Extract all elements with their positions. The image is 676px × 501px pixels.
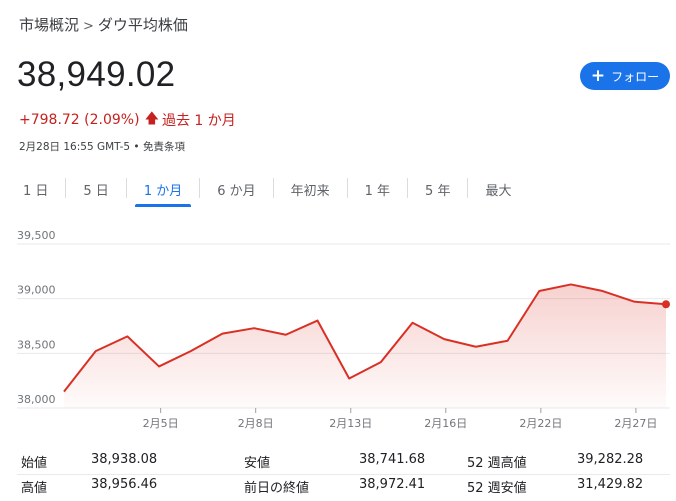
- breadcrumb: 市場概況 > ダウ平均株価: [19, 14, 188, 35]
- tab-range-5[interactable]: 1 年: [354, 176, 401, 207]
- stat-label-prev-close: 前日の終値: [244, 481, 310, 496]
- y-tick-label: 38,000: [17, 393, 56, 406]
- y-tick-label: 39,000: [17, 284, 56, 297]
- arrow-up-icon: 🡅: [144, 111, 159, 127]
- tab-divider: [407, 178, 409, 198]
- y-tick-label: 38,500: [17, 338, 56, 351]
- stat-value-52w-low: 31,429.82: [577, 477, 644, 492]
- follow-button[interactable]: + フォロー: [580, 62, 670, 90]
- tab-range-2[interactable]: 1 か月: [133, 176, 193, 207]
- stats-row-2: 高値 38,956.46 前日の終値 38,972.41 52 週安値 31,4…: [0, 477, 676, 499]
- x-tick-label: 2月5日: [143, 417, 179, 430]
- timestamp-disclaimer: 2月28日 16:55 GMT-5 • 免責条項: [19, 141, 185, 153]
- stat-value-high: 38,956.46: [91, 477, 158, 492]
- stat-label-52w-low: 52 週安値: [467, 481, 527, 496]
- time-range-tabs: 1 日 5 日 1 か月 6 か月 年初来 1 年 5 年最大: [12, 176, 522, 207]
- tab-divider: [467, 178, 469, 198]
- tab-range-3[interactable]: 6 か月: [206, 176, 266, 207]
- y-tick-label: 39,500: [17, 229, 56, 242]
- breadcrumb-current: ダウ平均株価: [97, 16, 188, 34]
- x-tick-label: 2月22日: [519, 417, 562, 430]
- x-tick-label: 2月27日: [614, 417, 657, 430]
- change-period: 過去 1 か月: [161, 113, 236, 129]
- price-area: [64, 284, 666, 408]
- tab-range-0[interactable]: 1 日: [12, 176, 59, 207]
- change-value: +798.72 (2.09%): [19, 112, 140, 128]
- tab-divider: [125, 178, 127, 198]
- price-change: +798.72 (2.09%) 🡅 過去 1 か月: [19, 108, 236, 132]
- stat-label-52w-high: 52 週高値: [467, 456, 527, 471]
- stat-value-prev-close: 38,972.41: [359, 477, 426, 492]
- breadcrumb-separator: >: [83, 19, 94, 34]
- stat-label-high: 高値: [21, 481, 48, 496]
- divider: [17, 474, 670, 475]
- tab-range-7[interactable]: 最大: [474, 176, 522, 207]
- tab-divider: [272, 178, 274, 198]
- x-tick-label: 2月8日: [238, 417, 274, 430]
- tab-range-6[interactable]: 5 年: [414, 176, 461, 207]
- stat-value-low: 38,741.68: [359, 452, 426, 467]
- x-tick-label: 2月16日: [424, 417, 467, 430]
- tab-divider: [346, 178, 348, 198]
- stat-value-open: 38,938.08: [91, 452, 158, 467]
- plus-icon: +: [590, 65, 606, 86]
- follow-label: フォロー: [611, 69, 660, 84]
- current-price: 38,949.02: [17, 55, 176, 94]
- tab-range-4[interactable]: 年初来: [280, 176, 341, 207]
- tab-range-1[interactable]: 5 日: [72, 176, 119, 207]
- breadcrumb-market-overview[interactable]: 市場概況: [19, 16, 79, 34]
- tab-divider: [199, 178, 201, 198]
- stat-label-low: 安値: [244, 456, 271, 471]
- tab-divider: [65, 178, 67, 198]
- x-tick-label: 2月13日: [329, 417, 372, 430]
- stats-row-1: 始値 38,938.08 安値 38,741.68 52 週高値 39,282.…: [0, 452, 676, 474]
- last-price-point: [662, 300, 670, 309]
- stat-label-open: 始値: [21, 456, 48, 471]
- stat-value-52w-high: 39,282.28: [577, 452, 644, 467]
- price-chart[interactable]: 39,500 39,000 38,500 38,000 2月5日 2月8日 2月13日 2月1…: [0, 228, 676, 438]
